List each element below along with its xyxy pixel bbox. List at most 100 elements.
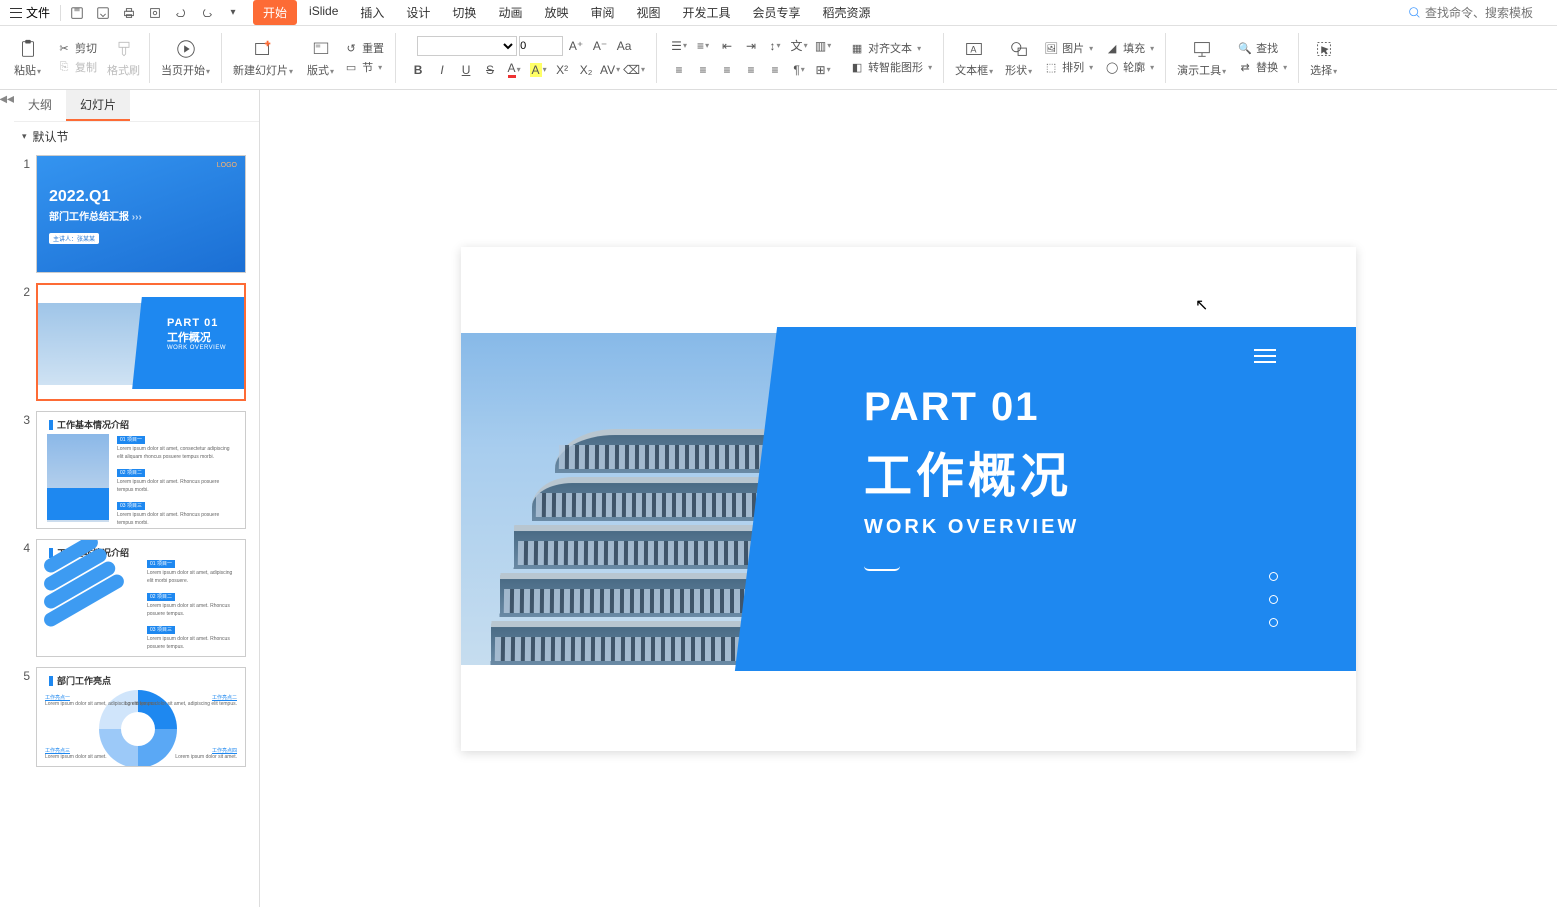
slide-thumb-4[interactable]: 工作基本情况介绍 01 项目一Lorem ipsum dolor sit ame… [36, 539, 246, 657]
slide-thumb-1[interactable]: LOGO 2022.Q1 部门工作总结汇报 ››› 主讲人：张某某 [36, 155, 246, 273]
smartart-button[interactable]: ◧转智能图形 [846, 58, 936, 76]
save-as-icon[interactable] [91, 1, 115, 25]
subscript-button[interactable]: X₂ [575, 60, 597, 80]
strikethrough-button[interactable]: S [479, 60, 501, 80]
workspace: ◀◀ 大纲 幻灯片 ▾ 默认节 1 LOGO 2022.Q1 部门工作总结汇报 … [0, 90, 1557, 907]
separator [943, 33, 944, 83]
slide-thumb-3[interactable]: 工作基本情况介绍 01 项目一Lorem ipsum dolor sit ame… [36, 411, 246, 529]
new-slide-button[interactable]: 新建幻灯片 [229, 36, 297, 80]
dot-decoration [1269, 572, 1278, 627]
highlight-button[interactable]: A [527, 60, 549, 80]
tab-transition[interactable]: 切换 [442, 0, 486, 25]
slide-blue-panel: PART 01 工作概况 WORK OVERVIEW [735, 327, 1356, 671]
ribbon-tabs: 开始 iSlide 插入 设计 切换 动画 放映 审阅 视图 开发工具 会员专享… [253, 0, 881, 25]
tab-outline[interactable]: 大纲 [14, 90, 66, 121]
paste-button[interactable]: 粘贴 [10, 36, 45, 80]
separator [149, 33, 150, 83]
shape-button[interactable]: 形状 [1001, 36, 1036, 80]
char-spacing-button[interactable]: AV [599, 60, 621, 80]
slide-thumb-5[interactable]: 部门工作亮点 工作亮点一Lorem ipsum dolor sit amet, … [36, 667, 246, 767]
print-preview-icon[interactable] [143, 1, 167, 25]
decrease-font-button[interactable]: A⁻ [589, 36, 611, 56]
text-direction-button[interactable]: 文 [788, 36, 810, 56]
align-distribute-button[interactable]: ≡ [764, 60, 786, 80]
tab-islide[interactable]: iSlide [299, 0, 348, 25]
redo-button[interactable] [195, 1, 219, 25]
decrease-indent-button[interactable]: ⇤ [716, 36, 738, 56]
increase-indent-button[interactable]: ⇥ [740, 36, 762, 56]
tab-member[interactable]: 会员专享 [743, 0, 811, 25]
select-button[interactable]: 选择 [1306, 36, 1341, 80]
tab-review[interactable]: 审阅 [580, 0, 624, 25]
clear-format-button[interactable]: ⌫ [623, 60, 645, 80]
font-size-input[interactable] [519, 36, 563, 56]
layout-button[interactable]: 版式 [305, 38, 336, 78]
save-icon[interactable] [65, 1, 89, 25]
section-name: 默认节 [33, 128, 69, 145]
section-header[interactable]: ▾ 默认节 [14, 122, 259, 151]
tab-devtools[interactable]: 开发工具 [673, 0, 741, 25]
thumbnail-list[interactable]: 1 LOGO 2022.Q1 部门工作总结汇报 ››› 主讲人：张某某 2 [14, 151, 259, 907]
align-justify-button[interactable]: ≡ [740, 60, 762, 80]
bullets-button[interactable]: ☰ [668, 36, 690, 56]
outline-button[interactable]: ◯轮廓 [1101, 58, 1158, 76]
paste-icon [17, 38, 39, 60]
change-case-button[interactable]: Aa [613, 36, 635, 56]
align-text-button[interactable]: ▦对齐文本 [846, 39, 936, 57]
separator [1165, 33, 1166, 83]
tab-slideshow[interactable]: 放映 [534, 0, 578, 25]
reset-button[interactable]: ↺重置 [340, 39, 388, 57]
align-right-button[interactable]: ≡ [716, 60, 738, 80]
line-spacing-button[interactable]: ↕ [764, 36, 786, 56]
find-button[interactable]: 🔍查找 [1234, 39, 1291, 57]
picture-button[interactable]: 🖼图片 [1040, 39, 1097, 57]
tab-design[interactable]: 设计 [396, 0, 440, 25]
textbox-button[interactable]: A 文本框 [951, 36, 997, 80]
command-search[interactable] [1400, 6, 1553, 20]
tab-insert[interactable]: 插入 [350, 0, 394, 25]
font-name-select[interactable] [417, 36, 517, 56]
thumb-row: 4 工作基本情况介绍 01 项目一Lorem ipsum dolor sit a… [18, 539, 251, 657]
search-input[interactable] [1425, 6, 1545, 20]
tab-animation[interactable]: 动画 [488, 0, 532, 25]
file-menu[interactable]: 文件 [4, 4, 56, 21]
thumb-number: 3 [18, 411, 30, 529]
undo-button[interactable] [169, 1, 193, 25]
align-center-button[interactable]: ≡ [692, 60, 714, 80]
print-icon[interactable] [117, 1, 141, 25]
para-spacing-button[interactable]: ¶ [788, 60, 810, 80]
slide-canvas[interactable]: PART 01 工作概况 WORK OVERVIEW ↖ [260, 90, 1557, 907]
arrange-button[interactable]: ⬚排列 [1040, 58, 1097, 76]
bold-button[interactable]: B [407, 60, 429, 80]
numbering-button[interactable]: ≡ [692, 36, 714, 56]
align-text-icon: ▦ [850, 41, 864, 55]
current-slide[interactable]: PART 01 工作概况 WORK OVERVIEW [461, 247, 1356, 751]
underline-button[interactable]: U [455, 60, 477, 80]
columns-button[interactable]: ▥ [812, 36, 834, 56]
tab-start[interactable]: 开始 [253, 0, 297, 25]
separator [221, 33, 222, 83]
slide-thumb-2[interactable]: PART 01 工作概况 WORK OVERVIEW [36, 283, 246, 401]
fill-button[interactable]: ◢填充 [1101, 39, 1158, 57]
file-label: 文件 [26, 4, 50, 21]
from-current-slide-button[interactable]: 当页开始 [157, 36, 214, 80]
tab-view[interactable]: 视图 [626, 0, 670, 25]
section-button[interactable]: ▭节 [340, 58, 388, 76]
present-tools-button[interactable]: 演示工具 [1173, 36, 1230, 80]
quickaccess-more[interactable]: ▾ [221, 1, 245, 25]
font-color-button[interactable]: A [503, 60, 525, 80]
superscript-button[interactable]: X² [551, 60, 573, 80]
increase-font-button[interactable]: A⁺ [565, 36, 587, 56]
copy-button[interactable]: ⎘复制 [53, 58, 101, 76]
collapse-sidepane-button[interactable]: ◀◀ [0, 90, 14, 907]
align-left-button[interactable]: ≡ [668, 60, 690, 80]
italic-button[interactable]: I [431, 60, 453, 80]
tab-slides[interactable]: 幻灯片 [66, 90, 130, 121]
sidepane-tabs: 大纲 幻灯片 [14, 90, 259, 122]
cut-button[interactable]: ✂剪切 [53, 39, 101, 57]
format-painter-button[interactable]: 格式刷 [105, 38, 142, 78]
tab-stops-button[interactable]: ⊞ [812, 60, 834, 80]
replace-button[interactable]: ⇄替换 [1234, 58, 1291, 76]
logo-placeholder: LOGO [217, 162, 237, 169]
tab-docer[interactable]: 稻壳资源 [813, 0, 881, 25]
